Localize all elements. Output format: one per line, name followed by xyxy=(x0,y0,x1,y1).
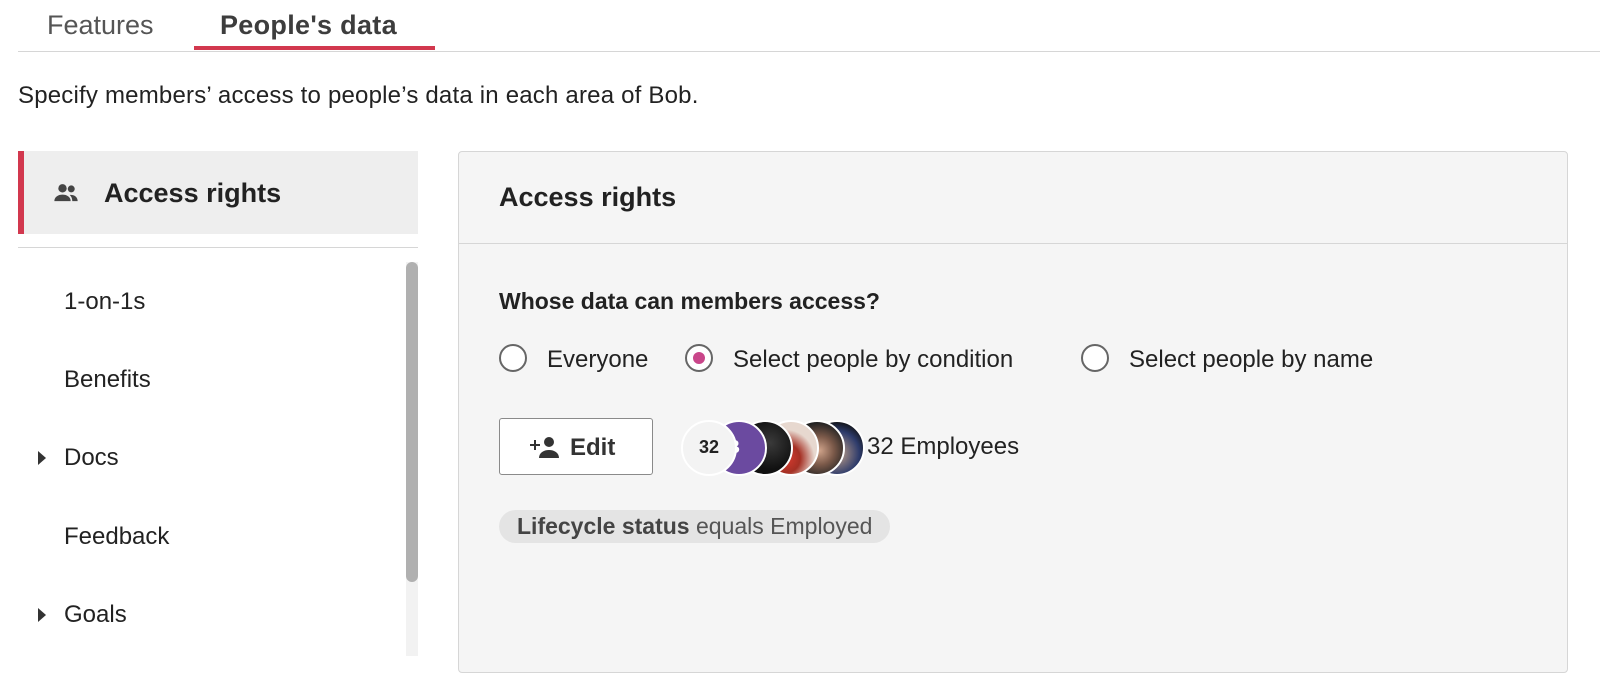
tab-features[interactable]: Features xyxy=(47,10,154,41)
active-indicator xyxy=(18,151,24,234)
panel-divider xyxy=(459,243,1567,244)
edit-button-label: Edit xyxy=(570,434,616,461)
radio-label: Select people by condition xyxy=(733,346,1014,373)
active-tab-indicator xyxy=(194,46,435,50)
condition-operator: equals xyxy=(695,513,764,539)
sidebar-item-label: 1-on-1s xyxy=(64,288,146,315)
sidebar-header-label: Access rights xyxy=(104,178,282,208)
sidebar-scrollbar-thumb[interactable] xyxy=(406,262,418,582)
sidebar-item-feedback[interactable]: Feedback xyxy=(18,506,403,566)
sidebar-item-label: Docs xyxy=(64,444,119,471)
sidebar-item-benefits[interactable]: Benefits xyxy=(18,349,403,409)
panel-title: Access rights xyxy=(499,182,677,212)
sidebar-item-label: Benefits xyxy=(64,366,151,393)
condition-pill: Lifecycle status equals Employed xyxy=(499,510,891,543)
caret-right-icon[interactable] xyxy=(38,451,46,465)
radio-selected-dot xyxy=(693,352,705,364)
employees-count: 32 Employees xyxy=(867,433,1020,460)
radio-label: Select people by name xyxy=(1129,346,1374,373)
sidebar-item-access-rights[interactable]: Access rights xyxy=(18,151,418,234)
radio-label: Everyone xyxy=(547,346,649,373)
radio-circle[interactable] xyxy=(1081,344,1109,372)
access-rights-panel: Access rights Whose data can members acc… xyxy=(458,151,1568,673)
sidebar-item-goals[interactable]: Goals xyxy=(18,584,403,644)
access-question: Whose data can members access? xyxy=(499,288,880,314)
avatar-count-badge: 32 xyxy=(681,420,737,476)
condition-field: Lifecycle status xyxy=(517,513,690,539)
sidebar-item-1on1s[interactable]: 1-on-1s xyxy=(18,271,403,331)
radio-circle[interactable] xyxy=(685,344,713,372)
tab-bar: Features People's data xyxy=(18,0,1600,52)
sidebar-item-label: Feedback xyxy=(64,523,170,550)
people-icon xyxy=(54,184,78,202)
radio-circle[interactable] xyxy=(499,344,527,372)
caret-right-icon[interactable] xyxy=(38,608,46,622)
page-description: Specify members’ access to people’s data… xyxy=(18,82,699,109)
condition-value: Employed xyxy=(770,513,873,539)
avatar-count: 32 xyxy=(698,437,720,457)
avatar-stack[interactable]: B 32 xyxy=(681,420,865,476)
sidebar-item-label: Goals xyxy=(64,601,127,628)
tab-peoples-data[interactable]: People's data xyxy=(220,10,397,41)
edit-button[interactable]: Edit xyxy=(499,418,653,475)
sidebar-item-docs[interactable]: Docs xyxy=(18,427,403,487)
sidebar-divider xyxy=(18,247,418,248)
add-person-icon xyxy=(530,437,559,458)
